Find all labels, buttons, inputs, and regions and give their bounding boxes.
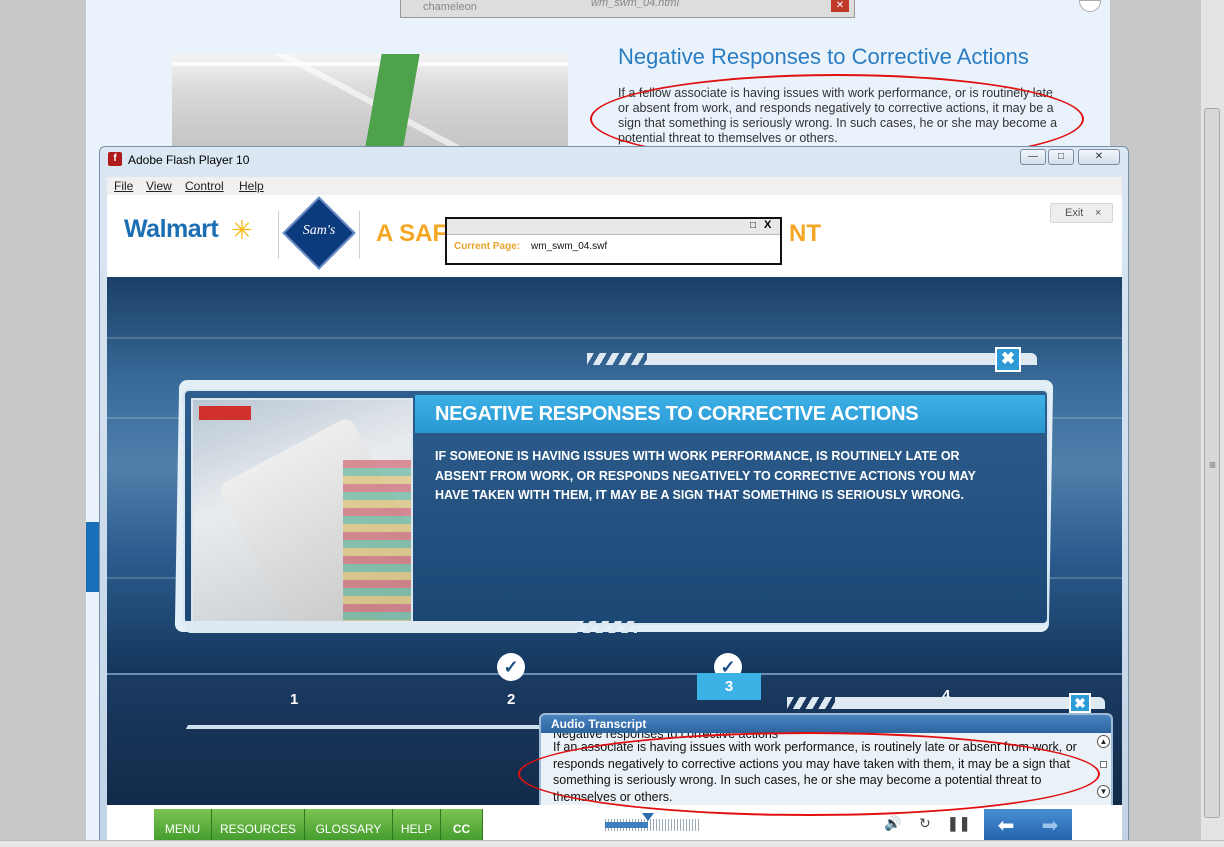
slide-stage: NEGATIVE RESPONSES TO CORRECTIVE ACTIONS…	[107, 277, 1122, 673]
step-1-complete-icon: ✓	[497, 653, 525, 681]
flash-logo-icon: f	[108, 152, 122, 166]
card-title: NEGATIVE RESPONSES TO CORRECTIVE ACTIONS	[435, 403, 919, 425]
walmart-spark-icon: ✳	[231, 215, 253, 245]
browser-status-bar	[0, 840, 1224, 847]
walmart-logo: Walmart	[124, 215, 219, 243]
popup-brand: chameleon	[423, 1, 477, 13]
transcript-scroll-up-icon[interactable]: ▲	[1097, 735, 1110, 748]
transcript-header: Audio Transcript	[541, 715, 1111, 733]
minimize-button[interactable]: —	[1020, 149, 1046, 165]
help-button[interactable]: HELP	[393, 809, 441, 843]
card-body: IF SOMEONE IS HAVING ISSUES WITH WORK PE…	[435, 449, 976, 502]
page-heading: Negative Responses to Corrective Actions	[618, 44, 1029, 69]
card-bottom-strip	[185, 621, 577, 633]
transcript-scroll-thumb[interactable]	[1100, 761, 1107, 768]
page-accent-stripe	[86, 522, 100, 592]
transcript-title: Audio Transcript	[551, 717, 647, 731]
decor-stripes	[787, 697, 835, 709]
course-header: Walmart ✳ Sam's A SAF NT Exit × □ X Curr…	[107, 195, 1122, 277]
shelves	[343, 460, 411, 626]
close-icon[interactable]: X	[764, 219, 771, 231]
card-close-button[interactable]: ✖	[995, 347, 1021, 372]
progress-divider	[107, 673, 1122, 675]
media-scrubber[interactable]	[605, 813, 700, 831]
current-page-value: wm_swm_04.swf	[531, 241, 608, 252]
browser-popup-bar: chameleon wm_swm_04.html ✕	[400, 0, 855, 18]
transcript-close-button[interactable]: ✖	[1069, 693, 1091, 713]
popup-close-icon[interactable]: ✕	[831, 0, 849, 12]
course-title: A SAF	[376, 220, 448, 247]
sams-logo-text: Sam's	[302, 223, 336, 238]
browser-scrollbar[interactable]: ≡	[1200, 0, 1224, 847]
resources-button[interactable]: RESOURCES	[212, 809, 305, 843]
popup-titlebar: □ X	[447, 219, 780, 235]
course-title-end: NT	[789, 220, 821, 247]
exit-close-icon: ×	[1095, 207, 1102, 219]
media-progress-fill	[605, 822, 648, 828]
menubar: File View Control Help	[107, 177, 1122, 195]
next-button[interactable]: ➡	[1028, 809, 1072, 843]
step-2[interactable]: 2	[507, 691, 515, 708]
volume-icon[interactable]: 🔊	[884, 815, 901, 832]
maximize-button[interactable]: □	[1048, 149, 1074, 165]
menu-button[interactable]: MENU	[154, 809, 212, 843]
annotation-loop	[518, 732, 1100, 816]
decor-stripes	[577, 621, 637, 633]
popup-title: wm_swm_04.html	[591, 0, 680, 9]
step-3-current[interactable]: 3	[697, 673, 761, 700]
menu-view[interactable]: View	[146, 179, 172, 193]
grip-icon: ≡	[1209, 458, 1217, 472]
back-button[interactable]: ⬅	[984, 809, 1028, 843]
replay-icon[interactable]: ↻	[919, 815, 931, 832]
card-title-banner: NEGATIVE RESPONSES TO CORRECTIVE ACTIONS	[415, 395, 1045, 433]
divider	[278, 211, 279, 259]
cc-button[interactable]: CC	[441, 809, 483, 843]
close-button[interactable]: ✕	[1078, 149, 1120, 165]
glossary-button[interactable]: GLOSSARY	[305, 809, 393, 843]
card-top-strip	[647, 353, 1037, 365]
menu-file[interactable]: File	[114, 179, 133, 193]
menu-help[interactable]: Help	[239, 179, 264, 193]
divider	[359, 211, 360, 259]
price-sign	[199, 406, 251, 420]
content-card: NEGATIVE RESPONSES TO CORRECTIVE ACTIONS…	[183, 389, 1049, 628]
exit-label: Exit	[1065, 207, 1084, 219]
decor-stripes	[587, 353, 647, 365]
restore-icon[interactable]: □	[750, 220, 756, 231]
window-title: Adobe Flash Player 10	[128, 153, 250, 167]
exit-button[interactable]: Exit ×	[1050, 203, 1113, 223]
transcript-scroll-down-icon[interactable]: ▼	[1097, 785, 1110, 798]
current-page-label: Current Page:	[454, 241, 521, 252]
step-1[interactable]: 1	[290, 691, 298, 708]
menu-control[interactable]: Control	[185, 179, 224, 193]
transcript-top-strip	[835, 697, 1105, 709]
clipboard-photo	[191, 398, 413, 628]
bg-streak	[107, 337, 1122, 339]
current-page-popup: □ X Current Page: wm_swm_04.swf	[445, 217, 782, 265]
scrubber-handle[interactable]	[641, 813, 654, 821]
pause-icon[interactable]: ❚❚	[947, 815, 970, 832]
